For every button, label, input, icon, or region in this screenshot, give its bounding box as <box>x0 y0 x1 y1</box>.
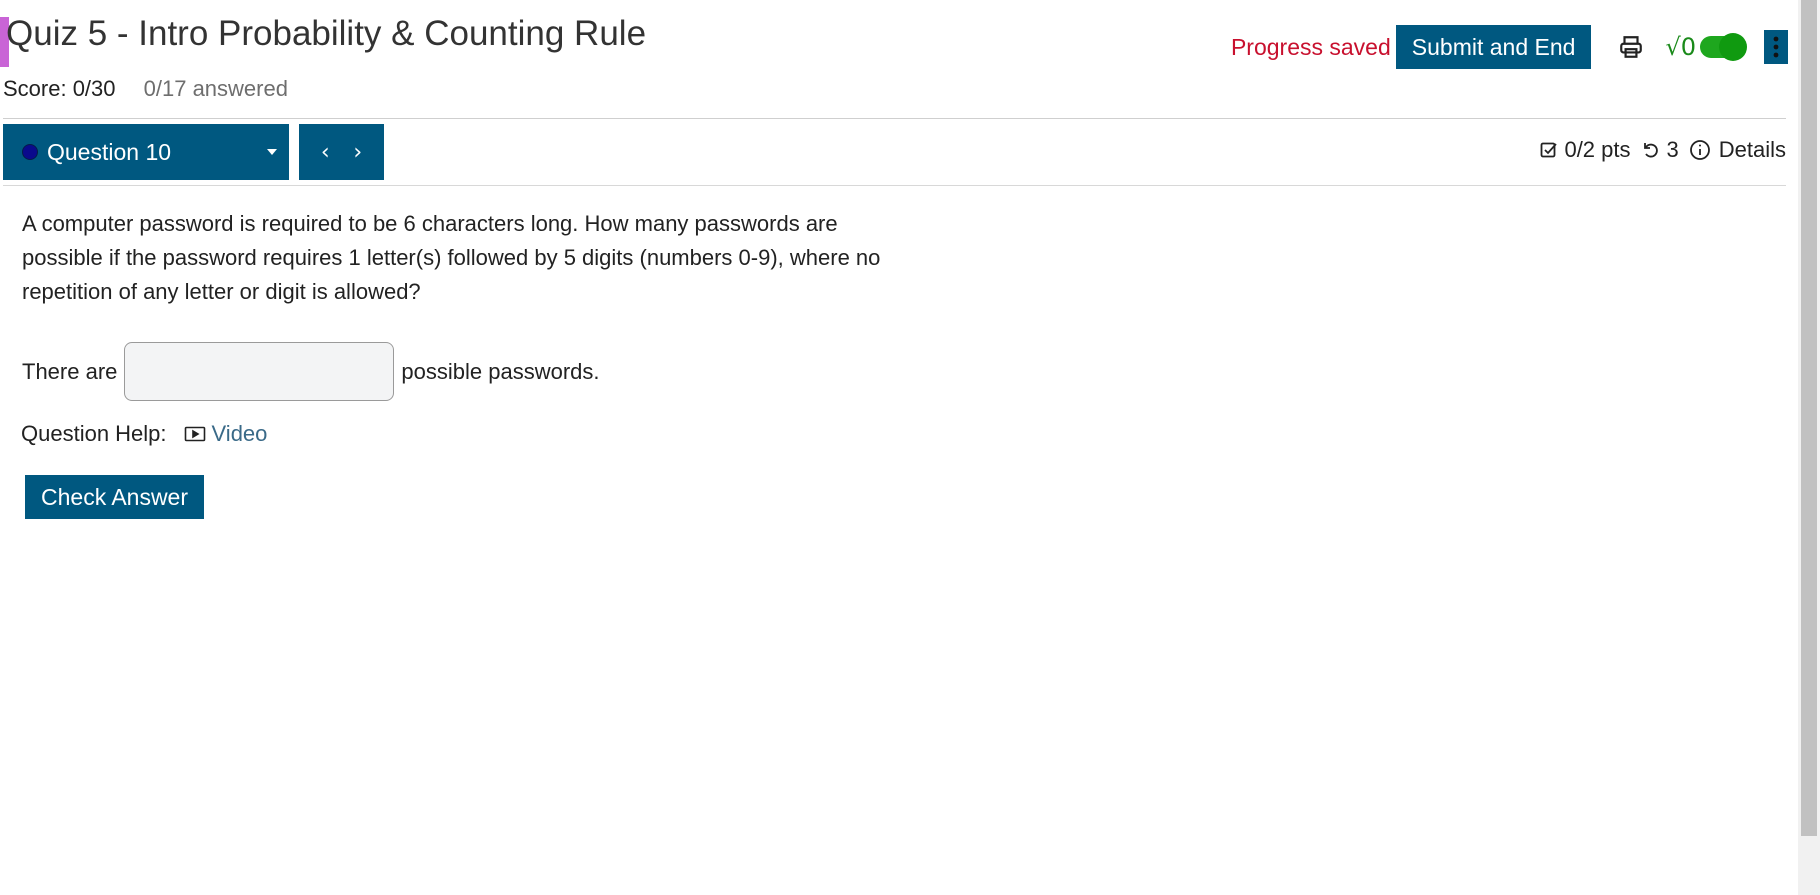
answer-suffix: possible passwords. <box>401 358 600 384</box>
chevron-right-icon[interactable]: › <box>353 140 362 165</box>
details-label: Details <box>1718 137 1786 162</box>
quiz-page: Quiz 5 - Intro Probability & Counting Ru… <box>0 0 1820 895</box>
question-status-dot <box>22 144 38 160</box>
attempts-item: 3 <box>1641 137 1679 163</box>
toggle-knob <box>1719 33 1747 61</box>
check-answer-button[interactable]: Check Answer <box>25 475 205 519</box>
print-icon[interactable] <box>1617 33 1645 61</box>
sqrt-icon: √0 <box>1665 33 1696 61</box>
details-button[interactable]: Details <box>1689 137 1786 163</box>
score-row: Score: 0/30 0/17 answered <box>3 76 288 102</box>
chevron-down-icon <box>267 149 277 155</box>
retry-icon <box>1643 143 1658 158</box>
points-item: 0/2 pts <box>1540 137 1631 163</box>
points-text: 0/2 pts <box>1564 137 1631 162</box>
score-text: Score: 0/30 <box>3 76 116 101</box>
video-link[interactable]: Video <box>212 421 268 447</box>
question-selector[interactable]: Question 10 <box>3 124 289 180</box>
header-divider <box>3 118 1786 119</box>
chevron-left-icon[interactable]: ‹ <box>321 140 330 165</box>
answer-prefix: There are <box>22 358 118 384</box>
checkbox-icon <box>1541 142 1558 158</box>
submit-and-end-button[interactable]: Submit and End <box>1395 25 1592 69</box>
more-vertical-icon[interactable] <box>1764 30 1788 64</box>
header-actions: Progress saved Submit and End √0 <box>1231 25 1788 69</box>
answer-input[interactable] <box>124 342 395 401</box>
question-text: A computer password is required to be 6 … <box>22 211 881 304</box>
question-selector-label: Question 10 <box>47 138 172 165</box>
page-title: Quiz 5 - Intro Probability & Counting Ru… <box>6 14 647 53</box>
answer-row: There are possible passwords. <box>22 342 600 401</box>
question-help-row: Question Help: Video <box>21 421 267 447</box>
math-input-toggle[interactable]: √0 <box>1665 33 1747 61</box>
info-icon <box>1689 140 1710 160</box>
question-meta: 0/2 pts 3 Details <box>1540 137 1786 163</box>
toggle-switch <box>1700 33 1747 61</box>
attempts-text: 3 <box>1666 137 1679 162</box>
question-help-label: Question Help: <box>21 421 167 446</box>
answered-count: 0/17 answered <box>143 76 288 101</box>
video-icon[interactable] <box>184 425 206 443</box>
scrollbar-thumb[interactable] <box>1801 0 1817 836</box>
progress-status: Progress saved <box>1230 33 1391 60</box>
question-divider <box>3 185 1786 186</box>
question-nav-buttons: ‹ › <box>299 124 384 180</box>
